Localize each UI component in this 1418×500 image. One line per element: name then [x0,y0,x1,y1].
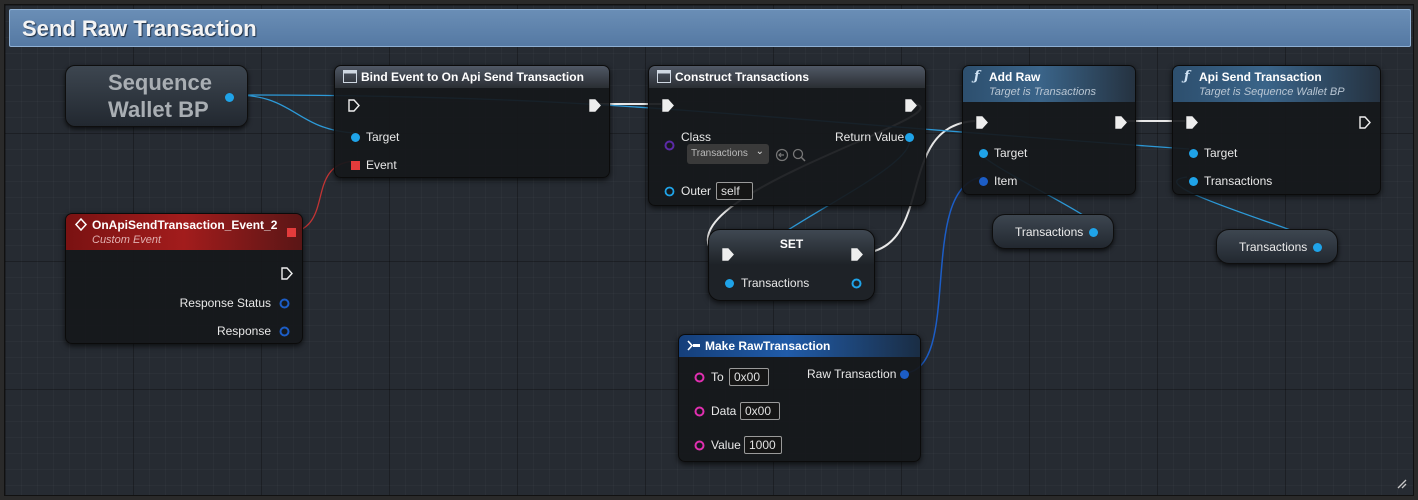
api-send-transaction-node[interactable]: ƒ Api Send Transaction Target is Sequenc… [1172,65,1381,195]
sequence-wallet-variable-node[interactable]: Sequence Wallet BP [65,65,248,127]
transactions-output-pin[interactable] [851,278,862,289]
class-dropdown[interactable]: Transactions ⌄ [687,144,769,164]
construct-transactions-node[interactable]: Construct Transactions Class Transaction… [648,65,926,206]
custom-event-node[interactable]: OnApiSendTransaction_Event_2 Custom Even… [65,213,303,344]
exec-input-pin[interactable] [348,99,360,112]
api-send-header[interactable]: ƒ Api Send Transaction Target is Sequenc… [1173,66,1380,102]
response-status-label: Response Status [179,296,271,310]
make-struct-icon [687,340,700,351]
browse-search-icon[interactable] [792,148,806,162]
class-label: Class [681,130,712,144]
delegate-output-pin[interactable] [286,227,297,238]
target-pin[interactable] [978,148,989,159]
construct-header[interactable]: Construct Transactions [649,66,925,88]
construct-title: Construct Transactions [675,70,810,84]
add-raw-node[interactable]: ƒ Add Raw Target is Transactions Target … [962,65,1136,195]
bind-event-header[interactable]: Bind Event to On Api Send Transaction [335,66,609,88]
use-selected-icon[interactable] [775,148,789,162]
class-dropdown-value: Transactions [691,148,748,159]
outer-pin[interactable] [664,186,675,197]
transactions-variable-getter[interactable]: Transactions [992,214,1114,249]
data-value-field[interactable]: 0x00 [740,402,780,420]
custom-event-title: OnApiSendTransaction_Event_2 [92,218,278,232]
add-raw-subtitle: Target is Transactions [989,86,1096,98]
make-raw-transaction-node[interactable]: Make RawTransaction To 0x00 Raw Transact… [678,334,921,462]
api-send-title: Api Send Transaction [1199,70,1322,84]
sequence-wallet-label-line2: Wallet BP [108,97,209,122]
target-pin[interactable] [1188,148,1199,159]
transactions-variable-label: Transactions [1015,225,1084,239]
sequence-wallet-label-line1: Sequence [108,70,212,95]
data-label: Data [711,404,737,418]
event-delegate-pin[interactable] [350,160,361,171]
transactions-label: Transactions [741,276,810,290]
transactions-output-pin[interactable] [1088,227,1099,238]
transactions-pin[interactable] [1188,176,1199,187]
add-raw-title: Add Raw [989,70,1041,84]
to-value-field[interactable]: 0x00 [729,368,769,386]
data-pin[interactable] [694,406,705,417]
object-output-pin[interactable] [224,92,235,103]
item-pin[interactable] [978,176,989,187]
make-raw-header[interactable]: Make RawTransaction [679,335,920,357]
function-node-icon [343,70,357,83]
exec-output-pin[interactable] [1359,116,1371,129]
event-diamond-icon [74,218,88,231]
exec-input-pin[interactable] [662,99,674,112]
set-transactions-node[interactable]: SET Transactions [708,229,875,301]
blueprint-editor-frame: Send Raw Transaction Sequence Wallet BP … [0,0,1418,500]
response-status-pin[interactable] [279,298,290,309]
raw-transaction-output-pin[interactable] [899,369,910,380]
target-label: Target [366,130,400,144]
transactions-input-pin[interactable] [724,278,735,289]
function-icon: ƒ [974,69,980,84]
construct-node-icon [657,70,671,83]
event-label: Event [366,158,397,172]
transactions-variable-getter[interactable]: Transactions [1216,229,1338,264]
custom-event-header[interactable]: OnApiSendTransaction_Event_2 Custom Even… [66,214,302,250]
to-label: To [711,370,724,384]
exec-output-pin[interactable] [905,99,917,112]
exec-input-pin[interactable] [1186,116,1198,129]
api-send-subtitle: Target is Sequence Wallet BP [1199,86,1345,98]
return-value-pin[interactable] [904,132,915,143]
exec-output-pin[interactable] [851,248,863,261]
exec-output-pin[interactable] [589,99,601,112]
outer-label: Outer [681,184,712,198]
comment-title[interactable]: Send Raw Transaction [22,16,257,42]
exec-input-pin[interactable] [722,248,734,261]
to-pin[interactable] [694,372,705,383]
class-pin[interactable] [664,140,675,151]
exec-input-pin[interactable] [976,116,988,129]
outer-value-field[interactable]: self [716,182,753,200]
resize-grip-icon[interactable] [1395,477,1407,489]
bind-event-title: Bind Event to On Api Send Transaction [361,70,584,84]
response-label: Response [216,324,271,338]
chevron-down-icon: ⌄ [755,146,764,157]
transactions-variable-label: Transactions [1239,240,1308,254]
target-label: Target [994,146,1028,160]
function-icon: ƒ [1184,69,1190,84]
blueprint-graph-canvas[interactable]: Send Raw Transaction Sequence Wallet BP … [4,4,1414,496]
target-label: Target [1204,146,1238,160]
custom-event-subtitle: Custom Event [92,234,162,246]
item-label: Item [994,174,1018,188]
return-value-label: Return Value [835,130,905,144]
raw-transaction-label: Raw Transaction [807,367,897,381]
value-label: Value [711,438,741,452]
comment-box-header[interactable]: Send Raw Transaction [9,9,1411,47]
target-pin[interactable] [350,132,361,143]
exec-output-pin[interactable] [1115,116,1127,129]
transactions-output-pin[interactable] [1312,242,1323,253]
response-pin[interactable] [279,326,290,337]
transactions-label: Transactions [1204,174,1273,188]
value-value-field[interactable]: 1000 [744,436,782,454]
add-raw-header[interactable]: ƒ Add Raw Target is Transactions [963,66,1135,102]
bind-event-node[interactable]: Bind Event to On Api Send Transaction Ta… [334,65,610,178]
value-pin[interactable] [694,440,705,451]
make-raw-title: Make RawTransaction [705,339,831,353]
exec-output-pin[interactable] [281,267,293,280]
